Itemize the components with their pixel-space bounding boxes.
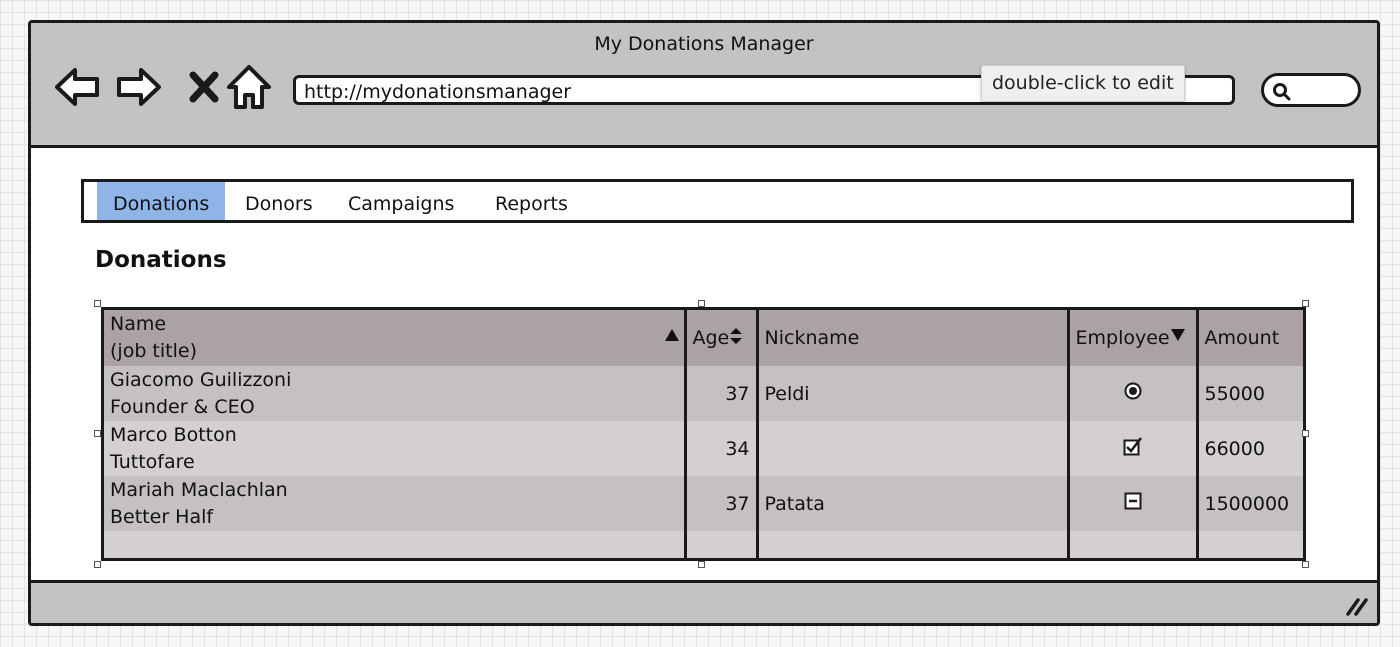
page-title: Donations [95,247,227,273]
selection-handle[interactable] [698,561,705,568]
tab-campaigns[interactable]: Campaigns [332,182,470,220]
employee-cell [1066,366,1197,421]
table-row[interactable]: Mariah Maclachlan Better Half 37 Patata … [104,476,1303,531]
table-row[interactable]: Giacomo Guilizzoni Founder & CEO 37 Peld… [104,366,1303,421]
row-job-title: Tuttofare [110,450,195,473]
status-bar [31,580,1377,623]
selection-handle[interactable] [698,300,705,307]
age-cell: 34 [683,421,757,476]
selection-handle[interactable] [94,430,101,437]
nickname-cell: Peldi [755,366,1068,421]
search-icon [1273,83,1291,101]
tab-donors[interactable]: Donors [229,182,329,220]
sort-descending-icon[interactable] [1170,328,1186,342]
row-job-title: Founder & CEO [110,395,255,418]
close-x-icon[interactable] [181,63,229,111]
browser-titlebar: My Donations Manager http://mydonationsm… [31,23,1377,148]
forward-arrow-icon[interactable] [115,63,163,111]
home-icon[interactable] [225,63,273,111]
row-name: Marco Botton [110,423,237,446]
selection-handle[interactable] [1302,300,1309,307]
column-header-name[interactable]: Name (job title) [104,310,685,366]
column-header-amount[interactable]: Amount [1195,310,1303,366]
row-job-title: Better Half [110,505,214,528]
column-header-age[interactable]: Age [683,310,757,366]
checkbox-indeterminate-icon[interactable] [1124,492,1142,510]
search-input[interactable] [1261,73,1361,107]
employee-cell [1066,421,1197,476]
selection-handle[interactable] [1302,430,1309,437]
selection-handle[interactable] [94,300,101,307]
radio-selected-icon[interactable] [1124,382,1142,400]
browser-window: My Donations Manager http://mydonationsm… [28,20,1380,626]
tab-bar: Donations Donors Campaigns Reports [81,179,1354,223]
column-header-name-label: Name [110,313,167,335]
table-row-empty [104,531,1303,558]
table-row[interactable]: Marco Botton Tuttofare 34 66000 [104,421,1303,476]
employee-cell [1066,476,1197,531]
column-header-age-label: Age [692,327,730,349]
nickname-cell [755,421,1068,476]
amount-cell: 55000 [1195,366,1303,421]
back-arrow-icon[interactable] [53,63,101,111]
column-header-employee[interactable]: Employee [1066,310,1197,366]
selection-handle[interactable] [1302,561,1309,568]
tab-reports[interactable]: Reports [479,182,584,220]
row-name: Giacomo Guilizzoni [110,368,292,391]
row-name: Mariah Maclachlan [110,478,288,501]
window-title: My Donations Manager [594,33,814,55]
edit-tooltip: double-click to edit [981,65,1185,102]
age-cell: 37 [683,366,757,421]
column-header-name-sublabel: (job title) [110,340,197,362]
checkbox-checked-icon[interactable] [1123,436,1143,456]
selection-handle[interactable] [94,561,101,568]
resize-grip-icon[interactable] [1345,595,1369,617]
table-header-row: Name (job title) Age Nickname Employee A… [104,310,1303,366]
sort-toggle-icon[interactable] [729,327,743,345]
column-header-employee-label: Employee [1075,327,1170,349]
sort-ascending-icon[interactable] [664,328,680,342]
amount-cell: 66000 [1195,421,1303,476]
amount-cell: 1500000 [1195,476,1303,531]
name-cell: Giacomo Guilizzoni Founder & CEO [104,366,685,421]
age-cell: 37 [683,476,757,531]
donations-table: Name (job title) Age Nickname Employee A… [101,307,1306,561]
url-text: http://mydonationsmanager [304,81,572,103]
name-cell: Mariah Maclachlan Better Half [104,476,685,531]
tab-donations[interactable]: Donations [97,182,226,220]
name-cell: Marco Botton Tuttofare [104,421,685,476]
column-header-nickname[interactable]: Nickname [755,310,1068,366]
nickname-cell: Patata [755,476,1068,531]
